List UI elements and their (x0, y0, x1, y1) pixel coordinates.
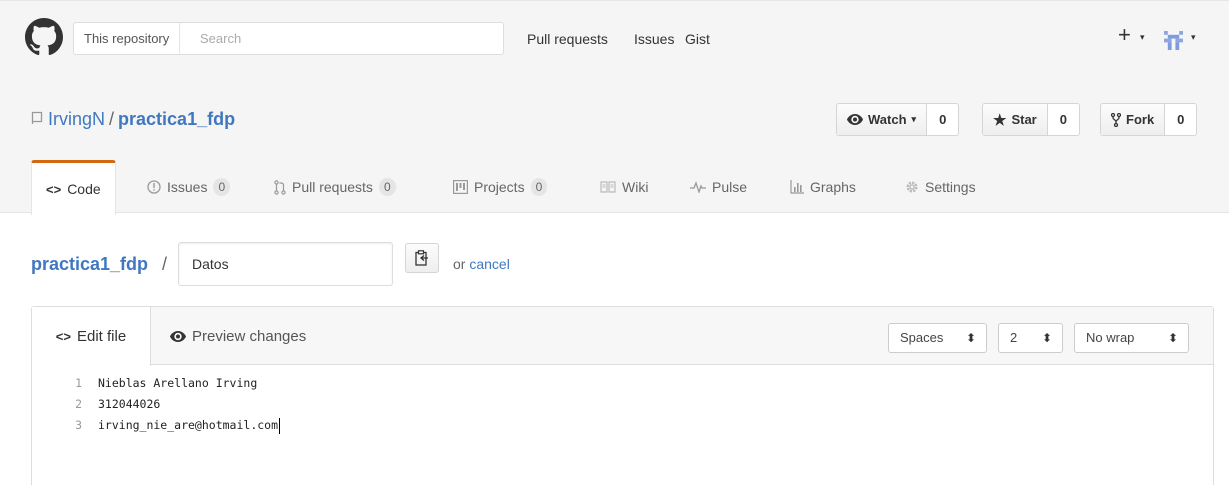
tab-label: Wiki (622, 179, 649, 195)
line-content[interactable]: 312044026 (98, 394, 160, 415)
code-area[interactable]: 1 Nieblas Arellano Irving 2 312044026 3 … (32, 373, 1213, 436)
tab-edit-file[interactable]: <> Edit file (32, 307, 151, 366)
line-content[interactable]: Nieblas Arellano Irving (98, 373, 257, 394)
tab-label: Settings (925, 179, 976, 195)
chevron-down-icon[interactable]: ▾ (1140, 32, 1145, 43)
star-label: Star (1011, 112, 1037, 127)
pull-requests-counter: 0 (378, 178, 396, 196)
repo-name-link[interactable]: practica1_fdp (118, 109, 235, 129)
star-button-group: ★ Star 0 (982, 103, 1080, 136)
chevron-down-icon[interactable]: ▾ (1191, 32, 1196, 43)
header-link-pull-requests[interactable]: Pull requests (527, 31, 608, 47)
or-label: or (453, 256, 466, 272)
line-number: 3 (75, 418, 82, 432)
tab-projects[interactable]: Projects 0 (453, 160, 548, 214)
or-cancel-text: or cancel (453, 256, 510, 272)
gear-icon (906, 181, 918, 193)
tab-label: Code (67, 181, 101, 197)
code-line: 3 irving_nie_are@hotmail.com (32, 415, 1213, 436)
clippy-icon (415, 250, 428, 266)
tab-label: Issues (167, 179, 208, 195)
code-line: 1 Nieblas Arellano Irving (32, 373, 1213, 394)
project-icon (453, 180, 468, 194)
clipboard-button[interactable] (405, 243, 439, 273)
fork-button-group: Fork 0 (1100, 103, 1198, 136)
repo-icon (31, 111, 43, 124)
issue-opened-icon (147, 180, 161, 194)
tab-label: Projects (474, 179, 525, 195)
header-link-gist[interactable]: Gist (685, 31, 710, 47)
watch-label: Watch (868, 112, 907, 127)
watch-count[interactable]: 0 (927, 104, 958, 135)
eye-icon (847, 114, 863, 125)
select-arrows-icon: ⬍ (965, 331, 976, 345)
tab-code[interactable]: <> Code (31, 160, 116, 215)
select-arrows-icon: ⬍ (1041, 331, 1052, 345)
breadcrumb-repo-link[interactable]: practica1_fdp (31, 254, 148, 275)
breadcrumb-separator: / (162, 254, 168, 274)
chevron-down-icon: ▾ (911, 114, 917, 124)
issues-counter: 0 (213, 178, 231, 196)
tab-label: Graphs (810, 179, 856, 195)
star-icon: ★ (993, 111, 1007, 129)
indent-mode-select[interactable]: Spaces ⬍ (888, 323, 987, 353)
repo-owner-link[interactable]: IrvingN (48, 109, 105, 129)
repo-nav-tabs: <> Code Issues 0 Pull requests 0 Project… (0, 160, 1229, 215)
tab-wiki[interactable]: Wiki (600, 160, 648, 214)
tab-pull-requests[interactable]: Pull requests 0 (274, 160, 396, 214)
plus-icon[interactable]: + (1118, 23, 1131, 47)
git-pull-request-icon (274, 179, 286, 195)
indent-size-select[interactable]: 2 ⬍ (998, 323, 1063, 353)
line-content[interactable]: irving_nie_are@hotmail.com (98, 415, 281, 436)
eye-icon (170, 330, 186, 342)
select-arrows-icon: ⬍ (1167, 331, 1178, 345)
search-box[interactable]: This repository Search (73, 22, 504, 55)
star-count[interactable]: 0 (1048, 104, 1079, 135)
github-logo-icon[interactable] (25, 18, 63, 56)
avatar-icon[interactable] (1164, 31, 1183, 50)
repo-title: IrvingN / practica1_fdp (48, 108, 235, 130)
tab-issues[interactable]: Issues 0 (147, 160, 231, 214)
star-button[interactable]: ★ Star (983, 104, 1048, 135)
tab-preview-changes[interactable]: Preview changes (170, 307, 306, 365)
line-number: 2 (75, 397, 82, 411)
tab-label: Pull requests (292, 179, 373, 195)
pulse-icon (690, 181, 706, 193)
file-editor: <> Edit file Preview changes Spaces ⬍ 2 … (31, 306, 1214, 485)
graph-icon (790, 180, 804, 194)
book-icon (600, 181, 616, 193)
line-text: irving_nie_are@hotmail.com (98, 418, 279, 432)
filename-input[interactable] (178, 242, 393, 286)
edit-file-label: Edit file (76, 328, 127, 345)
indent-size-value: 2 (1010, 330, 1018, 345)
watch-button-group: Watch ▾ 0 (836, 103, 960, 136)
fork-button[interactable]: Fork (1101, 104, 1166, 135)
wrap-mode-select[interactable]: No wrap ⬍ (1074, 323, 1189, 353)
code-line: 2 312044026 (32, 394, 1213, 415)
code-icon: <> (55, 329, 71, 344)
projects-counter: 0 (530, 178, 548, 196)
repo-forked-icon (1111, 112, 1121, 127)
header-link-issues[interactable]: Issues (634, 31, 674, 47)
tab-pulse[interactable]: Pulse (690, 160, 747, 214)
line-number: 1 (75, 376, 82, 390)
preview-changes-label: Preview changes (192, 327, 307, 345)
text-cursor (279, 417, 281, 434)
wrap-mode-value: No wrap (1086, 330, 1135, 345)
search-input[interactable]: Search (200, 23, 241, 54)
site-header: This repository Search Pull requests Iss… (0, 0, 1229, 80)
fork-label: Fork (1126, 112, 1155, 127)
watch-button[interactable]: Watch ▾ (837, 104, 928, 135)
search-scope-label: This repository (74, 23, 181, 54)
tab-graphs[interactable]: Graphs (790, 160, 856, 214)
path-separator: / (109, 109, 115, 129)
tab-label: Pulse (712, 179, 748, 195)
indent-mode-value: Spaces (900, 330, 944, 345)
fork-count[interactable]: 0 (1165, 104, 1196, 135)
tab-settings[interactable]: Settings (905, 160, 976, 214)
code-icon: <> (46, 181, 62, 197)
cancel-link[interactable]: cancel (469, 256, 509, 272)
editor-toolbar: <> Edit file Preview changes Spaces ⬍ 2 … (32, 307, 1213, 366)
